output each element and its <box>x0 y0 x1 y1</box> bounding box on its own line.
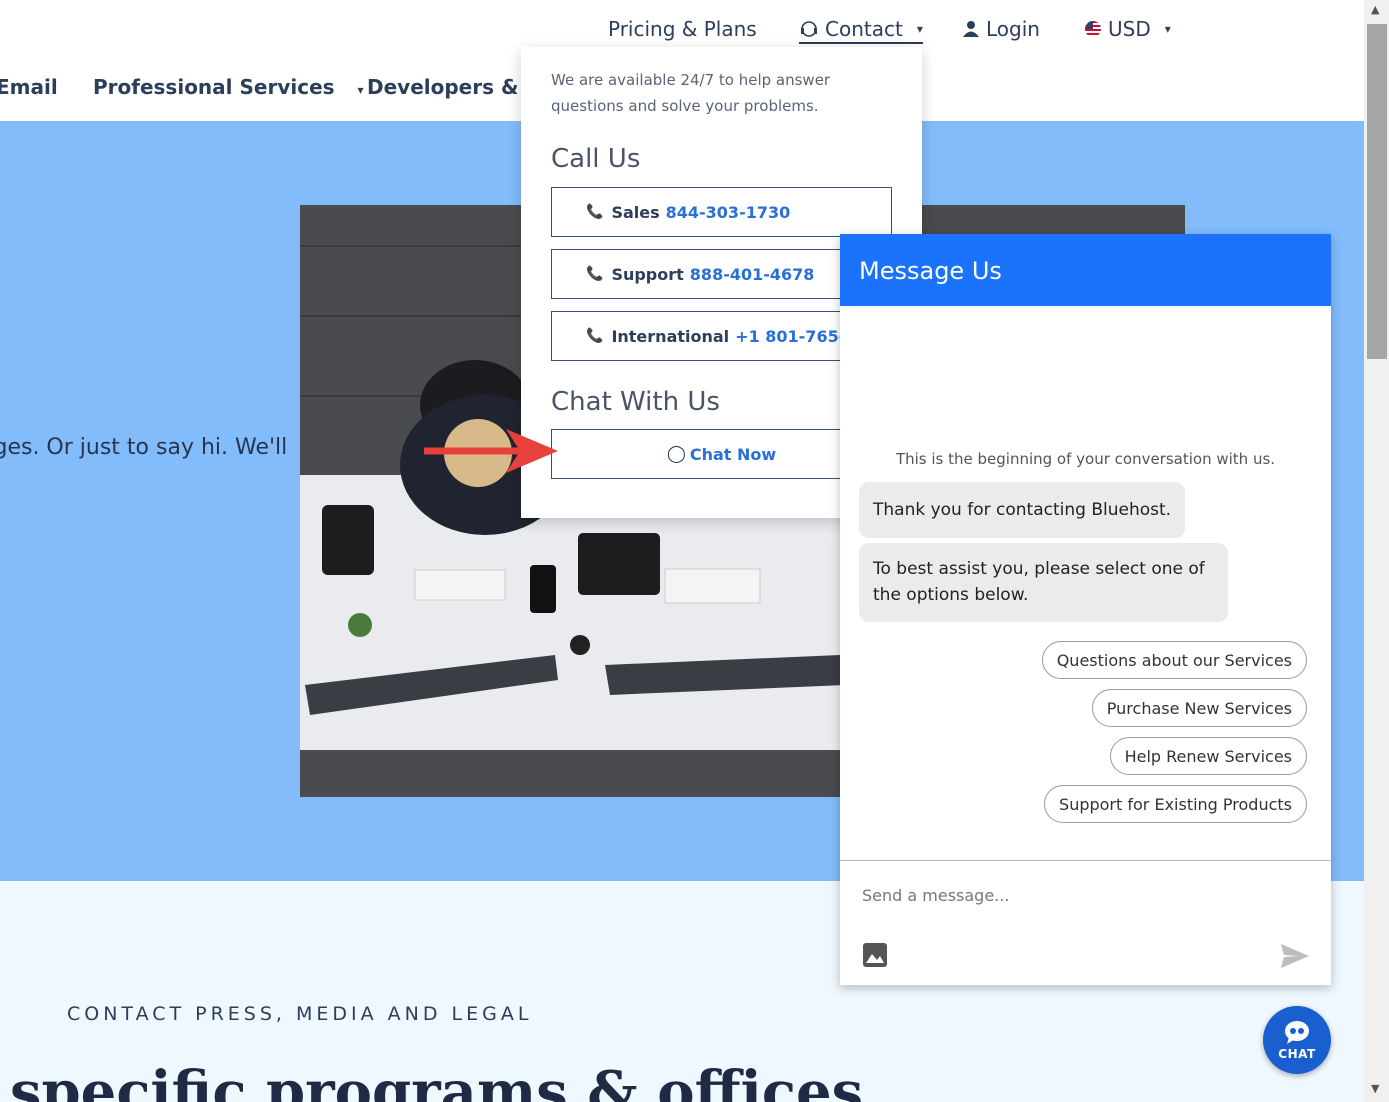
sales-phone-button[interactable]: 📞 Sales 844-303-1730 <box>551 187 892 237</box>
image-upload-icon[interactable] <box>862 942 888 968</box>
nav-email-link[interactable]: Email <box>0 75 58 99</box>
bot-message-text: Thank you for contacting Bluehost. <box>873 500 1172 520</box>
nav-contact-label: Contact <box>825 17 903 41</box>
option-label: Help Renew Services <box>1124 746 1292 766</box>
sales-label: Sales <box>611 202 660 222</box>
option-label: Purchase New Services <box>1106 698 1292 718</box>
message-input[interactable] <box>854 875 1294 915</box>
chevron-down-icon: ▾ <box>916 22 923 36</box>
currency-selector[interactable]: USD ▾ <box>1084 17 1171 41</box>
headset-icon <box>801 21 817 37</box>
scroll-down-icon[interactable]: ▼ <box>1371 1082 1379 1095</box>
message-composer <box>840 860 1331 985</box>
sales-number: 844-303-1730 <box>665 202 791 222</box>
chat-launcher-label: CHAT <box>1278 1047 1316 1061</box>
nav-contact-link[interactable]: Contact ▾ <box>799 17 923 41</box>
nav-professional-services-link[interactable]: Professional Services ▾ <box>93 75 364 99</box>
chat-with-us-heading: Chat With Us <box>551 387 720 417</box>
widget-title: Message Us <box>859 257 1002 285</box>
phone-icon: 📞 <box>586 204 604 220</box>
chat-now-label: Chat Now <box>689 444 777 464</box>
section-heading: specific programs & offices <box>10 1059 864 1102</box>
page-scrollbar[interactable]: ▲ ▼ <box>1364 0 1389 1102</box>
send-icon[interactable] <box>1280 942 1310 970</box>
dropdown-intro: We are available 24/7 to help answer que… <box>551 71 831 115</box>
bot-message: Thank you for contacting Bluehost. <box>859 482 1186 538</box>
option-support-existing[interactable]: Support for Existing Products <box>1044 785 1307 823</box>
red-arrow-icon <box>424 429 558 473</box>
message-us-widget: Message Us This is the beginning of your… <box>840 234 1331 985</box>
option-questions-services[interactable]: Questions about our Services <box>1041 641 1307 679</box>
us-flag-icon <box>1085 21 1101 37</box>
call-us-heading: Call Us <box>551 144 641 174</box>
chat-launcher-button[interactable]: CHAT <box>1263 1006 1331 1074</box>
nav-login-link[interactable]: Login <box>962 17 1040 41</box>
chat-quote-icon <box>1285 1021 1309 1044</box>
option-label: Questions about our Services <box>1056 650 1292 670</box>
support-label: Support <box>611 264 684 284</box>
user-icon <box>963 21 979 37</box>
widget-header: Message Us <box>840 234 1331 306</box>
phone-icon: 📞 <box>586 328 604 344</box>
option-label: Support for Existing Products <box>1059 794 1292 814</box>
hero-text: ages. Or just to say hi. We'll <box>0 435 288 460</box>
chevron-down-icon: ▾ <box>357 83 364 97</box>
bot-message: To best assist you, please select one of… <box>859 543 1228 622</box>
option-purchase-services[interactable]: Purchase New Services <box>1091 689 1307 727</box>
nav-professional-services-label: Professional Services <box>93 75 335 99</box>
phone-icon: 📞 <box>586 266 604 282</box>
support-number: 888-401-4678 <box>689 264 815 284</box>
active-tab-underline <box>799 42 923 44</box>
international-label: International <box>611 326 730 346</box>
option-renew-services[interactable]: Help Renew Services <box>1109 737 1307 775</box>
bot-message-text: To best assist you, please select one of… <box>873 559 1205 605</box>
nav-pricing-label: Pricing & Plans <box>608 17 757 41</box>
nav-login-label: Login <box>986 17 1040 41</box>
scroll-up-icon[interactable]: ▲ <box>1371 3 1379 16</box>
currency-label: USD <box>1108 17 1151 41</box>
scroll-thumb[interactable] <box>1367 24 1387 359</box>
nav-pricing-link[interactable]: Pricing & Plans <box>608 17 757 41</box>
conversation-start-notice: This is the beginning of your conversati… <box>895 450 1276 468</box>
nav-email-label: Email <box>0 75 58 99</box>
press-label: CONTACT PRESS, MEDIA AND LEGAL <box>67 1003 533 1025</box>
chevron-down-icon: ▾ <box>1164 22 1171 36</box>
chat-bubble-icon: ◯ <box>666 444 686 464</box>
